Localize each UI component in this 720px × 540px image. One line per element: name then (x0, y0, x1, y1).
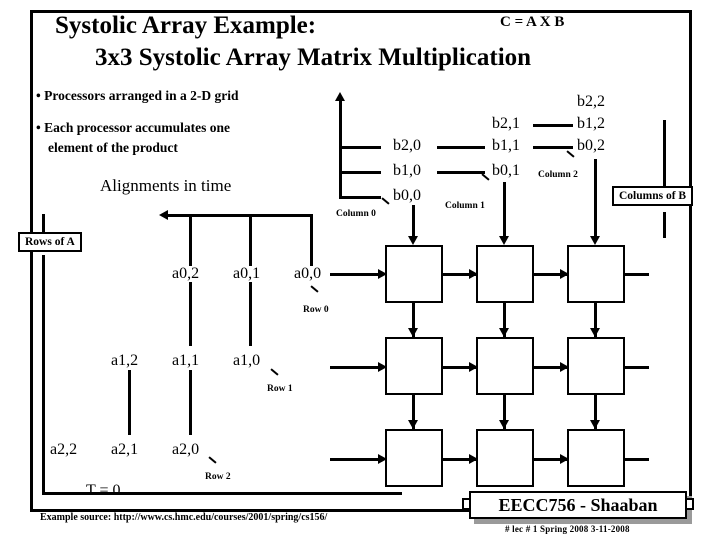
a-row-label-1: Row 1 (267, 384, 293, 394)
time-label: T = 0 (86, 482, 121, 499)
a-value-a0-0: a0,0 (294, 265, 322, 282)
b-connector-b20-b11 (437, 146, 485, 149)
processor-cell-r2c1[interactable] (476, 429, 534, 487)
b-column0-tick-2 (339, 171, 381, 174)
b-connector-b10-b01 (437, 171, 485, 174)
processor-cell-r0c2[interactable] (567, 245, 625, 303)
grid-link-r1c0-r2c0-arrow-icon (408, 420, 418, 429)
b-column-label-1: Column 1 (445, 201, 485, 211)
b-value-b1-0: b1,0 (393, 162, 421, 179)
a-connector-a11-a20 (189, 370, 192, 435)
b-column0-tick-1 (339, 146, 381, 149)
alignments-in-time-label: Alignments in time (100, 176, 232, 195)
grid-output-r0 (625, 273, 649, 276)
b-column0-arrow-up-icon (335, 92, 345, 101)
columns-of-b-connector-bottom (663, 212, 666, 238)
b-column-label-0: Column 0 (336, 209, 376, 219)
a-row-label-0: Row 0 (303, 305, 329, 315)
processor-cell-r1c2[interactable] (567, 337, 625, 395)
columns-of-b-box: Columns of B (612, 186, 694, 206)
alignment-dropper-2 (249, 214, 252, 266)
processor-cell-r1c1[interactable] (476, 337, 534, 395)
grid-link-r0c1-r1c1-arrow-icon (499, 328, 509, 337)
b-feeder-col1-arrow-icon (499, 236, 509, 245)
grid-output-r1 (625, 366, 649, 369)
alignment-arrow-left-icon (159, 210, 168, 220)
a-feeder-row2 (330, 458, 382, 461)
a-connector-a02-a11 (189, 282, 192, 346)
bullet-item-2: • Each processor accumulates one (36, 120, 230, 135)
bullet-item-2-cont: element of the product (48, 140, 178, 155)
a-feeder-row0 (330, 273, 382, 276)
grid-link-r1c0-r1c1-arrow-icon (469, 362, 478, 372)
rows-of-a-connector-top (42, 214, 45, 234)
processor-cell-r0c0[interactable] (385, 245, 443, 303)
a-value-a1-2: a1,2 (111, 352, 139, 369)
b-connector-b11-b02 (533, 146, 573, 149)
b-value-b1-1: b1,1 (492, 137, 520, 154)
b-feeder-col0 (412, 205, 415, 238)
b-feeder-col2-arrow-icon (590, 236, 600, 245)
a-connector-a01-a10 (249, 282, 252, 346)
b-value-b1-2: b1,2 (577, 115, 605, 132)
rows-of-a-spine (42, 255, 45, 495)
grid-link-r1c2-r2c2-arrow-icon (590, 420, 600, 429)
source-note: Example source: http://www.cs.hmc.edu/co… (40, 512, 328, 523)
columns-of-b-connector-top (663, 120, 666, 190)
b-column0-axis (339, 100, 342, 198)
b-value-b0-2: b0,2 (577, 137, 605, 154)
grid-link-r1c1-r1c2-arrow-icon (560, 362, 569, 372)
a-connector-a12-a21 (128, 370, 131, 435)
page-title-line2: 3x3 Systolic Array Matrix Multiplication (95, 44, 532, 71)
b-value-b0-0: b0,0 (393, 187, 421, 204)
a-value-a2-2: a2,2 (50, 441, 78, 458)
grid-link-r0c0-r0c1-arrow-icon (469, 269, 478, 279)
grid-link-r2c0-r2c1-arrow-icon (469, 454, 478, 464)
a-value-a1-1: a1,1 (172, 352, 200, 369)
alignment-dropper-3 (310, 214, 313, 266)
grid-link-r0c2-r1c2-arrow-icon (590, 328, 600, 337)
grid-link-r1c1-r2c1-arrow-icon (499, 420, 509, 429)
matrix-equation: C = A X B (500, 14, 565, 30)
a-value-a2-0: a2,0 (172, 441, 200, 458)
slide-canvas: Systolic Array Example: 3x3 Systolic Arr… (0, 0, 720, 540)
a-value-a0-1: a0,1 (233, 265, 261, 282)
footer-meta: # lec # 1 Spring 2008 3-11-2008 (505, 524, 630, 534)
b-feeder-col1 (503, 182, 506, 238)
footer-badge: EECC756 - Shaaban (469, 491, 687, 519)
footer-badge-label: EECC756 - Shaaban (498, 494, 658, 515)
processor-cell-r2c2[interactable] (567, 429, 625, 487)
b-column0-tick-3 (339, 196, 381, 199)
grid-output-r2 (625, 458, 649, 461)
b-connector-b21-b12 (533, 124, 573, 127)
rows-of-a-box: Rows of A (18, 232, 82, 252)
b-column-label-2: Column 2 (538, 170, 578, 180)
b-value-b2-1: b2,1 (492, 115, 520, 132)
a-row-label-2: Row 2 (205, 472, 231, 482)
bullet-item-1: • Processors arranged in a 2-D grid (36, 88, 239, 103)
a-value-a1-0: a1,0 (233, 352, 261, 369)
b-feeder-col0-arrow-icon (408, 236, 418, 245)
processor-cell-r1c0[interactable] (385, 337, 443, 395)
processor-cell-r2c0[interactable] (385, 429, 443, 487)
alignment-dropper-1 (189, 214, 192, 266)
b-value-b2-2: b2,2 (577, 93, 605, 110)
a-value-a2-1: a2,1 (111, 441, 139, 458)
b-value-b2-0: b2,0 (393, 137, 421, 154)
b-value-b0-1: b0,1 (492, 162, 520, 179)
processor-cell-r0c1[interactable] (476, 245, 534, 303)
b-feeder-col2 (594, 159, 597, 238)
grid-link-r2c1-r2c2-arrow-icon (560, 454, 569, 464)
a-feeder-row1 (330, 366, 382, 369)
page-title-line1: Systolic Array Example: (55, 12, 317, 39)
a-value-a0-2: a0,2 (172, 265, 200, 282)
grid-link-r0c0-r1c0-arrow-icon (408, 328, 418, 337)
grid-link-r0c1-r0c2-arrow-icon (560, 269, 569, 279)
